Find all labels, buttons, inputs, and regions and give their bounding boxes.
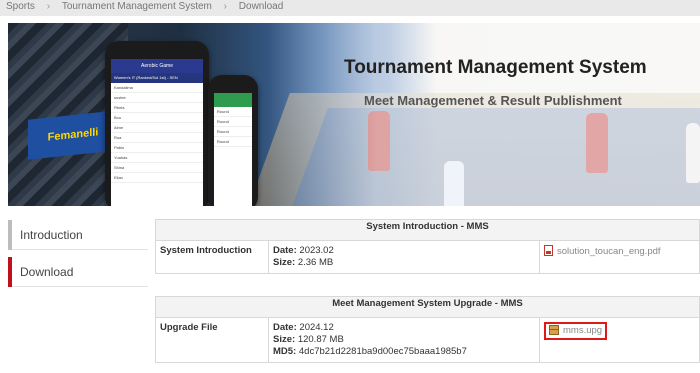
phone-row: Round bbox=[214, 127, 252, 137]
file-name: solution_toucan_eng.pdf bbox=[557, 246, 661, 257]
phone-row: sustee bbox=[111, 93, 203, 103]
phone-row: Yuahas bbox=[111, 153, 203, 163]
file-cell: solution_toucan_eng.pdf bbox=[539, 240, 700, 274]
phone-app-title: Aerobic Game bbox=[111, 59, 203, 73]
phone-row: Rua bbox=[111, 133, 203, 143]
hero-banner: Femanelli Aerobic Game Women's IT (Ranke… bbox=[8, 23, 700, 206]
size-value: 2.36 MB bbox=[297, 257, 334, 268]
phone-row: Ellan bbox=[111, 173, 203, 183]
phone-row: Kandalima bbox=[111, 83, 203, 93]
phone-mockup-secondary: Round Round Round Round bbox=[208, 75, 258, 206]
phone-row: Alme bbox=[111, 123, 203, 133]
phone-row: Round bbox=[214, 107, 252, 117]
system-introduction-table: System Introduction - MMS System Introdu… bbox=[155, 219, 700, 274]
sidebar-item-download[interactable]: Download bbox=[8, 257, 148, 287]
breadcrumb-sports[interactable]: Sports bbox=[6, 1, 35, 12]
package-file-icon bbox=[549, 325, 559, 335]
row-label: System Introduction bbox=[155, 240, 269, 274]
size-value: 120.87 MB bbox=[297, 334, 344, 345]
phone-app-title bbox=[214, 93, 252, 107]
md5-value: 4dc7b21d2281ba9d00ec75baaa1985b7 bbox=[298, 346, 467, 357]
phone-row: Shina bbox=[111, 163, 203, 173]
sidebar-item-label: Introduction bbox=[20, 228, 83, 242]
file-meta: Date: 2024.12 Size: 120.87 MB MD5: 4dc7b… bbox=[268, 317, 540, 363]
sidebar-accent bbox=[8, 220, 12, 250]
upgrade-table: Meet Management System Upgrade - MMS Upg… bbox=[155, 296, 700, 363]
banner-title: Tournament Management System bbox=[344, 57, 647, 78]
file-name: mms.upg bbox=[563, 325, 603, 336]
md5-key: MD5: bbox=[273, 346, 297, 357]
sidebar-accent bbox=[8, 257, 12, 287]
phone-row: Pablo bbox=[111, 143, 203, 153]
phone-app-subtitle: Women's IT (Ranked/Sol 1st) - SEN bbox=[111, 73, 203, 83]
section-header: Meet Management System Upgrade - MMS bbox=[155, 296, 700, 318]
pdf-file-icon bbox=[544, 245, 553, 256]
highlight-box: mms.upg bbox=[544, 322, 608, 340]
banner-subtitle: Meet Managemenet & Result Publishment bbox=[364, 93, 622, 108]
size-key: Size: bbox=[273, 334, 296, 345]
download-link-upg[interactable]: mms.upg bbox=[549, 325, 602, 337]
row-label: Upgrade File bbox=[155, 317, 269, 363]
chevron-right-icon: › bbox=[46, 1, 51, 12]
breadcrumb-tournament-management-system[interactable]: Tournament Management System bbox=[62, 1, 212, 12]
size-key: Size: bbox=[273, 257, 296, 268]
phone-row: Round bbox=[214, 117, 252, 127]
date-key: Date: bbox=[273, 322, 297, 333]
section-header: System Introduction - MMS bbox=[155, 219, 700, 241]
breadcrumb-download[interactable]: Download bbox=[239, 1, 283, 12]
phone-row: Rbeia bbox=[111, 103, 203, 113]
banner-overlay bbox=[268, 23, 700, 206]
phone-mockup: Aerobic Game Women's IT (Ranked/Sol 1st)… bbox=[105, 41, 209, 206]
download-link-pdf[interactable]: solution_toucan_eng.pdf bbox=[544, 245, 661, 258]
breadcrumb: Sports › Tournament Management System › … bbox=[0, 0, 700, 16]
chevron-right-icon: › bbox=[223, 1, 228, 12]
date-value: 2024.12 bbox=[299, 322, 334, 333]
sidebar-item-label: Download bbox=[20, 265, 74, 279]
file-meta: Date: 2023.02 Size: 2.36 MB bbox=[268, 240, 540, 274]
sidebar-item-introduction[interactable]: Introduction bbox=[8, 220, 148, 250]
phone-row: Round bbox=[214, 137, 252, 147]
date-value: 2023.02 bbox=[299, 245, 334, 256]
phone-row: Bou bbox=[111, 113, 203, 123]
date-key: Date: bbox=[273, 245, 297, 256]
file-cell: mms.upg bbox=[539, 317, 700, 363]
